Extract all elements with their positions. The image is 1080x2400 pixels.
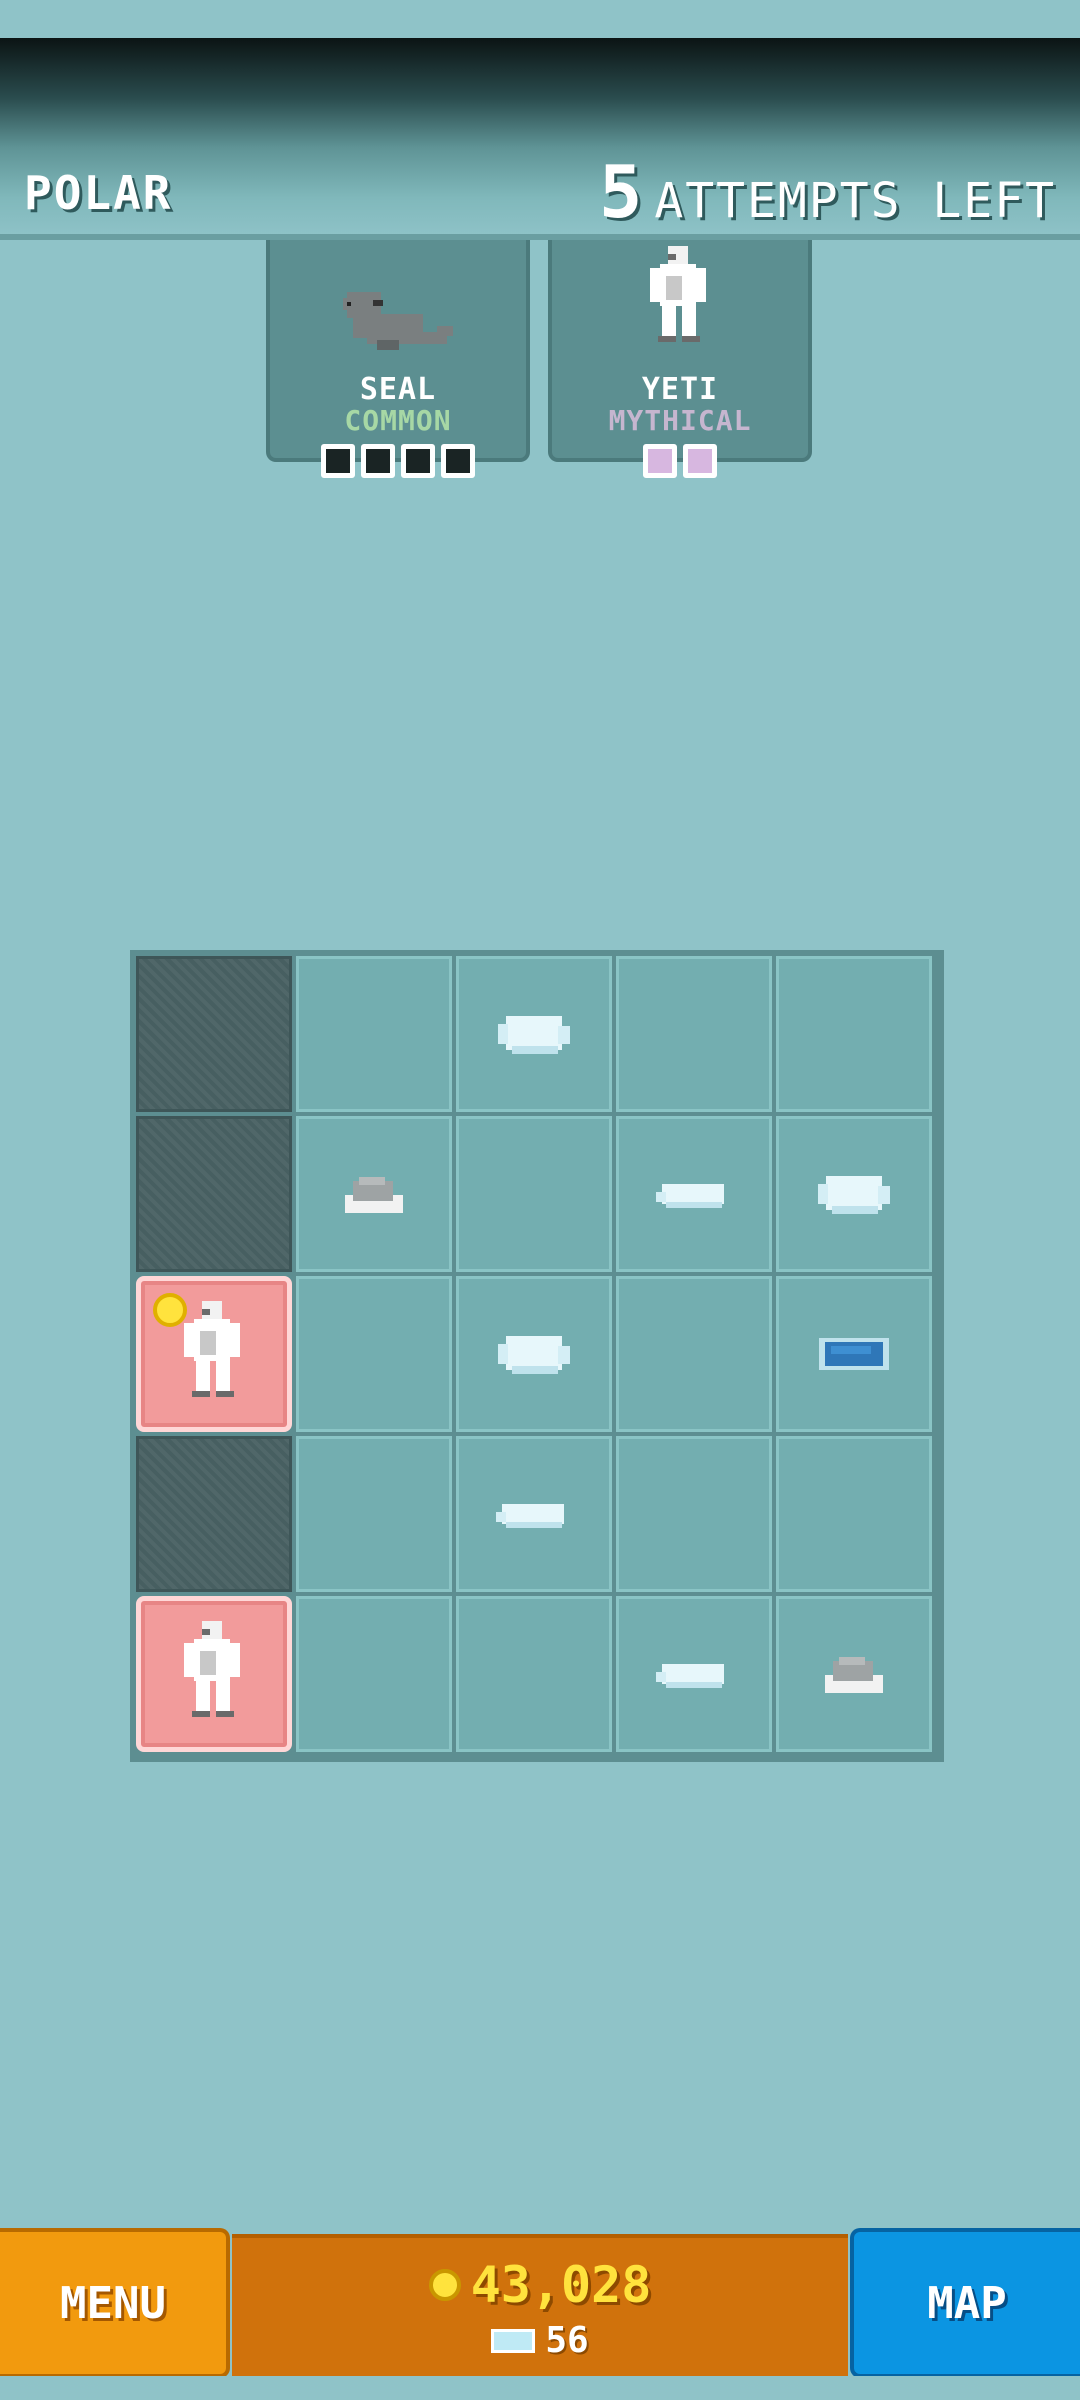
- grid-cell[interactable]: [296, 1596, 452, 1752]
- water-hole-icon: [819, 1338, 889, 1370]
- map-button[interactable]: MAP: [850, 2228, 1080, 2378]
- dig-grid: [130, 950, 944, 1762]
- region-name: POLAR: [24, 166, 173, 220]
- slot-found: [643, 444, 677, 478]
- seal-slots: [321, 444, 475, 478]
- coins-count: 43,028: [470, 2256, 652, 2314]
- grid-cell[interactable]: [776, 1116, 932, 1272]
- attempts-label: ATTEMPTS LEFT: [654, 173, 1056, 229]
- grid-cell[interactable]: [296, 1276, 452, 1432]
- attempts-count: 5: [598, 150, 643, 234]
- gem-ticket-icon: [491, 2328, 536, 2353]
- ice-flat-icon: [496, 1504, 564, 1528]
- gems-count: 56: [545, 2320, 589, 2361]
- grid-cell[interactable]: [296, 1436, 452, 1592]
- currency-panel: 43,028 56: [232, 2234, 848, 2382]
- bottom-strip: [0, 2376, 1080, 2400]
- grid-cell[interactable]: [616, 1276, 772, 1432]
- creature-card-seal[interactable]: SEAL COMMON: [266, 240, 530, 462]
- rock-icon: [825, 1657, 883, 1693]
- grid-cell[interactable]: [456, 1436, 612, 1592]
- ice-chunk-icon: [818, 1176, 890, 1214]
- slot-found: [683, 444, 717, 478]
- yeti-icon: [184, 1621, 240, 1717]
- coin-icon: [153, 1293, 187, 1327]
- yeti-slots: [643, 444, 717, 478]
- ice-flat-icon: [656, 1664, 724, 1688]
- grid-cell[interactable]: [456, 956, 612, 1112]
- grid-cell[interactable]: [776, 1436, 932, 1592]
- grid-cell[interactable]: [616, 1116, 772, 1272]
- grid-cell[interactable]: [616, 1436, 772, 1592]
- grid-cell-revealed: [136, 956, 292, 1112]
- grid-cell-yeti-found: [136, 1276, 292, 1432]
- ice-chunk-icon: [498, 1336, 570, 1374]
- grid-cell-revealed: [136, 1116, 292, 1272]
- menu-button[interactable]: MENU: [0, 2228, 230, 2378]
- grid-cell[interactable]: [456, 1116, 612, 1272]
- header-divider: [0, 234, 1080, 240]
- coin-icon: [428, 2269, 461, 2301]
- grid-cell[interactable]: [296, 1116, 452, 1272]
- grid-cell[interactable]: [616, 956, 772, 1112]
- gems-display: 56: [232, 2320, 848, 2361]
- slot-empty: [321, 444, 355, 478]
- slot-empty: [401, 444, 435, 478]
- ice-flat-icon: [656, 1184, 724, 1208]
- seal-icon: [343, 292, 453, 350]
- grid-cell[interactable]: [296, 956, 452, 1112]
- ice-chunk-icon: [498, 1016, 570, 1054]
- card-name: YETI: [641, 372, 719, 407]
- card-rarity: MYTHICAL: [608, 404, 752, 437]
- card-name: SEAL: [359, 372, 437, 407]
- slot-empty: [441, 444, 475, 478]
- grid-cell[interactable]: [776, 1596, 932, 1752]
- rock-icon: [345, 1177, 403, 1213]
- grid-cell[interactable]: [776, 1276, 932, 1432]
- creature-card-yeti[interactable]: YETI MYTHICAL: [548, 240, 812, 462]
- slot-empty: [361, 444, 395, 478]
- grid-cell-yeti-found: [136, 1596, 292, 1752]
- grid-cell[interactable]: [616, 1596, 772, 1752]
- attempts-counter: 5 ATTEMPTS LEFT: [599, 150, 1056, 234]
- status-bar: [0, 0, 1080, 38]
- grid-cell[interactable]: [456, 1596, 612, 1752]
- grid-cell[interactable]: [776, 956, 932, 1112]
- grid-cell[interactable]: [456, 1276, 612, 1432]
- coins-display: 43,028: [232, 2256, 848, 2314]
- card-rarity: COMMON: [344, 404, 452, 437]
- bottom-bar: MENU 43,028 56 MAP: [0, 2228, 1080, 2400]
- grid-cell-revealed: [136, 1436, 292, 1592]
- yeti-icon: [650, 246, 706, 342]
